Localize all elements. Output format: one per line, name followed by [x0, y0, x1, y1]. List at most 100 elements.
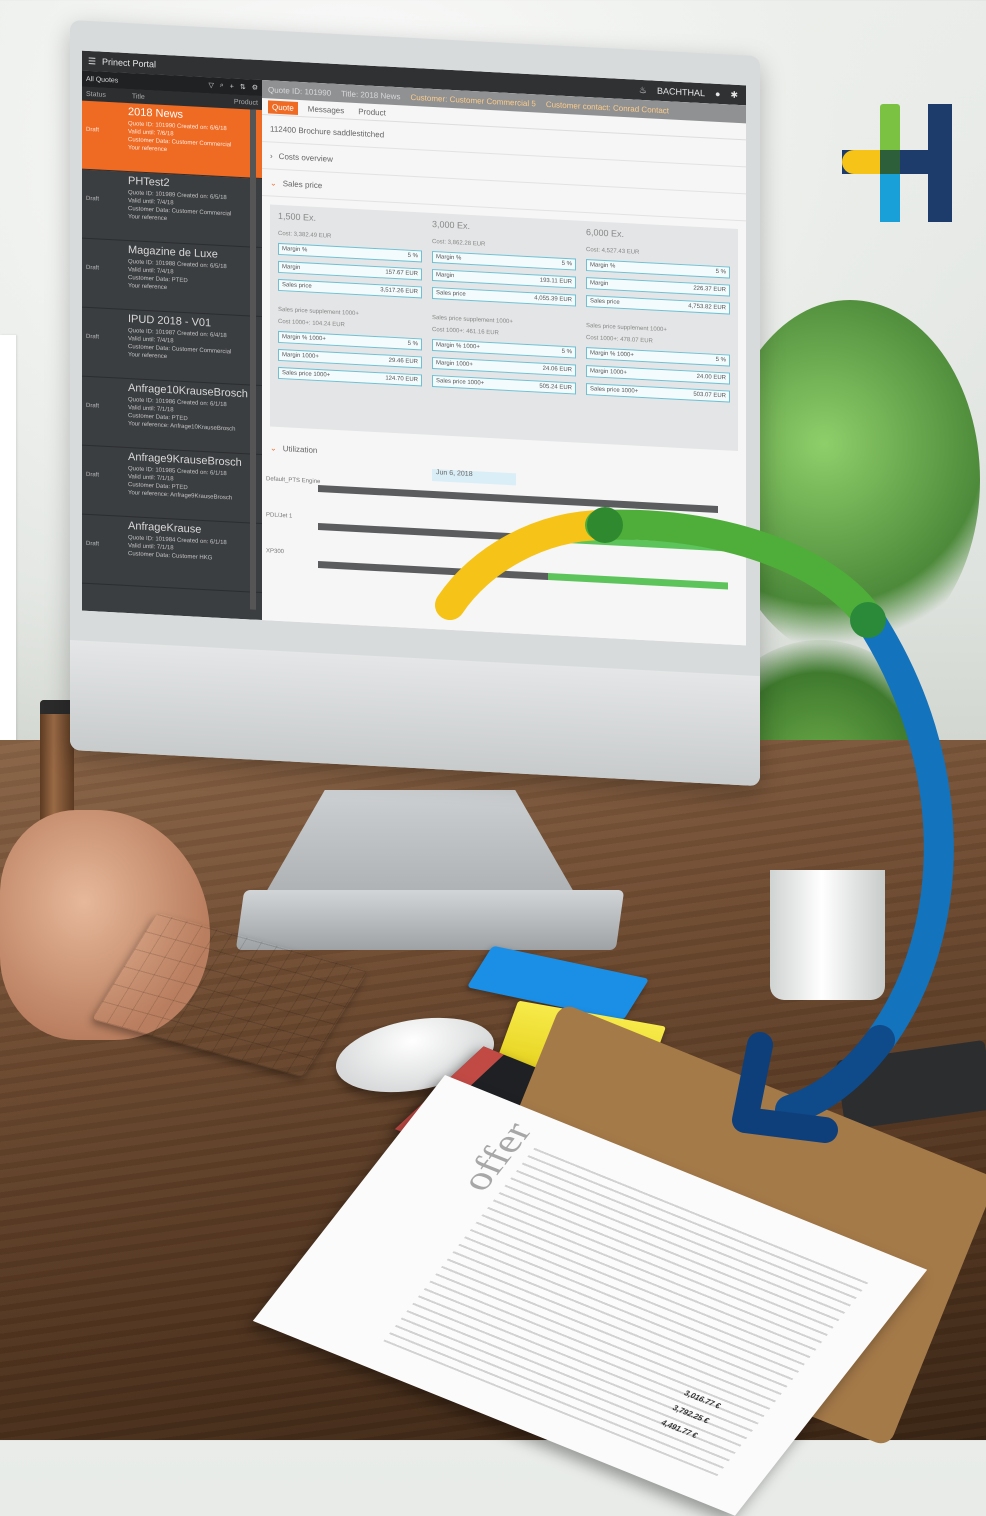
timeline-row-label: Default_PTS Engine: [266, 476, 321, 486]
quote-status: Draft: [86, 402, 100, 410]
logo-bar-navy: [928, 104, 952, 222]
quote-status: Draft: [86, 264, 100, 272]
heidelberg-logo: [840, 104, 952, 224]
cost1000-label: Cost 1000+: 104.24 EUR: [278, 318, 345, 329]
margin-field[interactable]: Margin 193.11 EUR: [432, 268, 576, 289]
section-sales-label: Sales price: [282, 178, 323, 190]
quote-list-item[interactable]: Draft PHTest2 Quote ID: 101989 Created o…: [82, 169, 262, 249]
monitor-foot: [235, 890, 625, 950]
quote-status: Draft: [86, 540, 100, 548]
header-customer[interactable]: Customer: Customer Commercial 5: [410, 92, 535, 108]
quote-list-item[interactable]: Draft Magazine de Luxe Quote ID: 101988 …: [82, 238, 262, 318]
tab-messages[interactable]: Messages: [304, 102, 348, 117]
price-column-head: 6,000 Ex.: [586, 227, 625, 240]
margin1000-field[interactable]: Margin 1000+ 24.00 EUR: [586, 365, 730, 385]
quote-list-item[interactable]: Draft 2018 News Quote ID: 101990 Created…: [82, 100, 262, 180]
sort-icon[interactable]: ⇅: [240, 83, 246, 91]
timeline-rows: Default_PTS Engine PDL/Jet 1 XP300: [262, 472, 746, 605]
quote-list: Draft 2018 News Quote ID: 101990 Created…: [82, 100, 262, 594]
header-quote-id: Quote ID: 101990: [268, 84, 332, 98]
timeline-bar-busy[interactable]: [318, 522, 548, 543]
sales1000-value: 503.07 EUR: [693, 391, 726, 400]
monitor-screen: ☰ Prinect Portal ♨ BACHTHAL ● ✱ All Quot…: [82, 50, 746, 646]
quote-status: Draft: [86, 471, 100, 479]
margin1000-pct-field[interactable]: Margin % 1000+ 5 %: [278, 330, 422, 351]
cost1000-label: Cost 1000+: 478.07 EUR: [586, 335, 653, 345]
quote-detail-pane: Quote ID: 101990 Title: 2018 News Custom…: [262, 80, 746, 646]
quote-list-item[interactable]: Draft IPUD 2018 - V01 Quote ID: 101987 C…: [82, 307, 262, 387]
margin1000-pct-field[interactable]: Margin % 1000+ 5 %: [432, 338, 576, 359]
chevron-down-icon: ⌄: [270, 442, 277, 453]
cost-label: Cost: 3,382.49 EUR: [278, 230, 332, 240]
cost1000-label: Cost 1000+: 461.16 EUR: [432, 326, 499, 337]
quote-status: Draft: [86, 195, 100, 203]
margin-pct-field[interactable]: Margin % 5 %: [278, 242, 422, 263]
margin1000-pct-value: 5 %: [407, 340, 418, 348]
tab-quote[interactable]: Quote: [268, 99, 298, 115]
quote-status: Draft: [86, 126, 100, 134]
sales-price-panel: 1,500 Ex. Cost: 3,382.49 EUR Margin % 5 %…: [270, 204, 738, 452]
settings-icon[interactable]: ⚙: [252, 84, 258, 92]
sales1000-value: 505.24 EUR: [539, 383, 572, 392]
quote-status: Draft: [86, 333, 100, 341]
price-column: 6,000 Ex. Cost: 4,527.43 EUR Margin % 5 %…: [586, 227, 730, 445]
col-title[interactable]: Title: [132, 93, 145, 101]
sales-price-value: 4,055.39 EUR: [534, 295, 572, 304]
margin-field[interactable]: Margin 226.37 EUR: [586, 277, 730, 297]
quote-list-item[interactable]: Draft Anfrage10KrauseBrosch Quote ID: 10…: [82, 376, 262, 456]
timeline-bar-free[interactable]: [548, 535, 728, 552]
timeline-bar-busy[interactable]: [318, 560, 548, 581]
margin1000-pct-value: 5 %: [715, 356, 726, 364]
margin1000-field[interactable]: Margin 1000+ 29.46 EUR: [278, 348, 422, 369]
hamburger-menu-icon[interactable]: ☰: [82, 55, 102, 67]
user-icon[interactable]: ●: [715, 89, 720, 99]
timeline-bar-busy[interactable]: [318, 484, 718, 513]
sales1000-field[interactable]: Sales price 1000+ 505.24 EUR: [432, 374, 576, 395]
tab-product[interactable]: Product: [354, 104, 390, 119]
gear-icon[interactable]: ✱: [730, 89, 738, 100]
sales1000-field[interactable]: Sales price 1000+ 124.70 EUR: [278, 366, 422, 387]
margin-value: 226.37 EUR: [693, 285, 726, 294]
col-status[interactable]: Status: [86, 90, 106, 98]
margin1000-pct-field[interactable]: Margin % 1000+ 5 %: [586, 347, 730, 367]
coffee-cup-lid: [40, 700, 74, 714]
sales-price-field[interactable]: Sales price 4,055.39 EUR: [432, 286, 576, 307]
margin1000-field[interactable]: Margin 1000+ 24.06 EUR: [432, 356, 576, 377]
cost-label: Cost: 4,527.43 EUR: [586, 247, 640, 256]
section-costs-label: Costs overview: [278, 151, 333, 164]
filter-icon[interactable]: ▽: [208, 81, 213, 89]
sales-price-field[interactable]: Sales price 3,517.26 EUR: [278, 278, 422, 299]
chevron-down-icon: ⌄: [270, 177, 277, 188]
quote-list-item[interactable]: Draft AnfrageKrause Quote ID: 101984 Cre…: [82, 514, 262, 594]
monitor: ☰ Prinect Portal ♨ BACHTHAL ● ✱ All Quot…: [70, 20, 760, 787]
header-contact[interactable]: Customer contact: Conrad Contact: [546, 99, 669, 114]
quote-list-item[interactable]: Draft Anfrage9KrauseBrosch Quote ID: 101…: [82, 445, 262, 525]
margin-pct-value: 5 %: [561, 260, 572, 268]
timeline-row-label: PDL/Jet 1: [266, 512, 293, 520]
logo-bar-darkgreen: [880, 150, 900, 174]
col-product[interactable]: Product: [234, 98, 258, 106]
search-icon[interactable]: ⌕: [220, 82, 224, 90]
sales-price-field[interactable]: Sales price 4,753.82 EUR: [586, 295, 730, 315]
add-icon[interactable]: +: [230, 83, 234, 90]
price-column: 3,000 Ex. Cost: 3,862.28 EUR Margin % 5 %…: [432, 219, 576, 437]
sales-price-value: 4,753.82 EUR: [688, 303, 726, 312]
quote-list-title[interactable]: All Quotes: [86, 75, 202, 88]
sales1000-field[interactable]: Sales price 1000+ 503.07 EUR: [586, 383, 730, 403]
supplement-label: Sales price supplement 1000+: [432, 314, 513, 326]
quote-list-scrollbar[interactable]: [250, 109, 256, 610]
header-title: Title: 2018 News: [341, 88, 401, 101]
margin-pct-field[interactable]: Margin % 5 %: [432, 250, 576, 271]
notification-icon[interactable]: ♨: [639, 84, 647, 95]
price-column-head: 3,000 Ex.: [432, 218, 471, 231]
margin-value: 157.67 EUR: [385, 269, 418, 278]
price-column: 1,500 Ex. Cost: 3,382.49 EUR Margin % 5 %…: [278, 211, 422, 429]
price-column-head: 1,500 Ex.: [278, 210, 317, 223]
margin1000-pct-value: 5 %: [561, 348, 572, 356]
quote-list-pane: All Quotes ▽ ⌕ + ⇅ ⚙ Status Title Produc…: [82, 70, 262, 621]
timeline-bar-free[interactable]: [548, 573, 728, 590]
margin-pct-field[interactable]: Margin % 5 %: [586, 259, 730, 279]
margin-field[interactable]: Margin 157.67 EUR: [278, 260, 422, 281]
user-name[interactable]: BACHTHAL: [657, 86, 705, 99]
supplement-label: Sales price supplement 1000+: [586, 323, 667, 334]
